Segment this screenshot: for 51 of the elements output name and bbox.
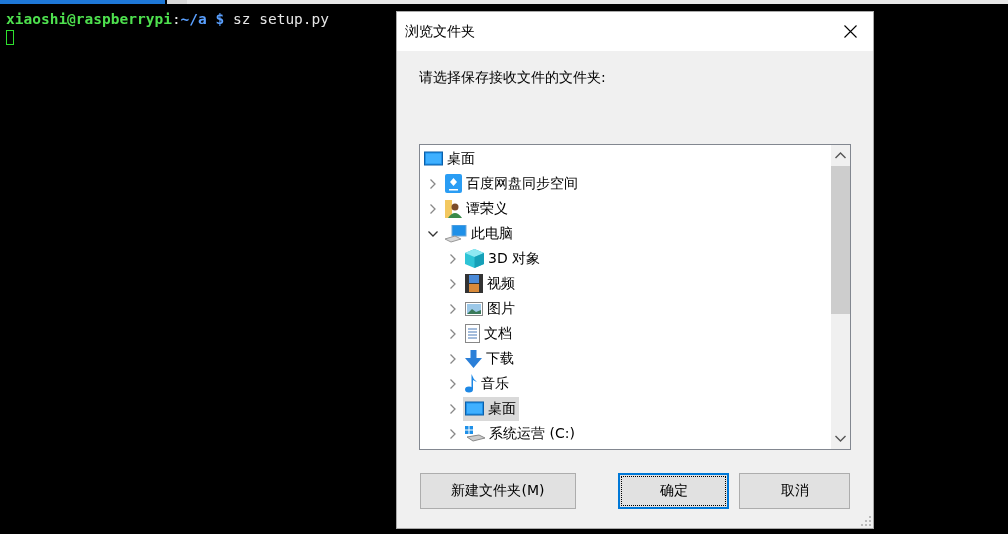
tree-item[interactable]: 谭荣义 [443,196,511,221]
tree-item[interactable]: 百度网盘同步空间 [443,171,581,196]
terminal-user-host: xiaoshi@raspberrypi [6,11,172,27]
terminal-separator: : [171,11,181,27]
tree-item[interactable]: 视频 [463,271,518,296]
terminal-command: sz setup.py [233,11,330,27]
window-title: 浏览文件夹 [405,22,475,41]
film-icon [465,274,483,293]
tree-item[interactable]: 此电脑 [443,221,516,246]
music-note-icon [465,374,477,393]
chevron-right-icon[interactable] [450,353,456,364]
cloud-sync-icon [445,174,462,193]
cube-icon [465,249,484,268]
computer-icon [445,224,467,243]
tree-item[interactable]: 音乐 [463,371,512,396]
chevron-right-icon[interactable] [450,253,456,264]
chevron-right-icon[interactable] [450,328,456,339]
chevron-down-icon[interactable] [428,230,438,237]
chevron-right-icon[interactable] [450,278,456,289]
terminal-path-prompt: ~/a $ [180,11,225,27]
chevron-right-icon[interactable] [430,203,436,214]
tree-item[interactable]: 图片 [463,296,518,321]
resize-grip-icon[interactable] [861,516,871,526]
scrollbar-thumb[interactable] [831,166,850,314]
chevron-right-icon[interactable] [450,378,456,389]
chevron-right-icon[interactable] [450,303,456,314]
document-icon [465,324,480,343]
scrollbar[interactable] [831,145,850,449]
image-icon [465,301,483,316]
tree-item[interactable]: 系统运营 (C:) [463,421,578,446]
terminal-cursor [6,30,14,45]
user-folder-icon [445,199,462,218]
tree-item[interactable]: 3D 对象 [463,246,544,271]
chevron-right-icon[interactable] [430,178,436,189]
down-arrow-icon [465,349,482,368]
new-folder-button[interactable]: 新建文件夹(M) [420,473,576,509]
chevron-right-icon[interactable] [450,403,456,414]
monitor-icon [424,150,443,167]
drive-icon [465,425,485,442]
tree-item[interactable]: 桌面 [422,146,478,171]
scroll-down-icon[interactable] [835,435,846,442]
prompt-text: 请选择保存接收文件的文件夹: [419,69,607,87]
tree-item[interactable]: 下载 [463,346,517,371]
scroll-up-icon[interactable] [835,152,846,159]
cancel-button[interactable]: 取消 [739,473,850,509]
close-icon [843,25,857,38]
ok-button[interactable]: 确定 [618,473,729,509]
tree-item[interactable]: 桌面 [463,396,519,421]
chevron-right-icon[interactable] [450,428,456,439]
tree-item[interactable]: 文档 [463,321,515,346]
monitor-icon [465,400,484,417]
